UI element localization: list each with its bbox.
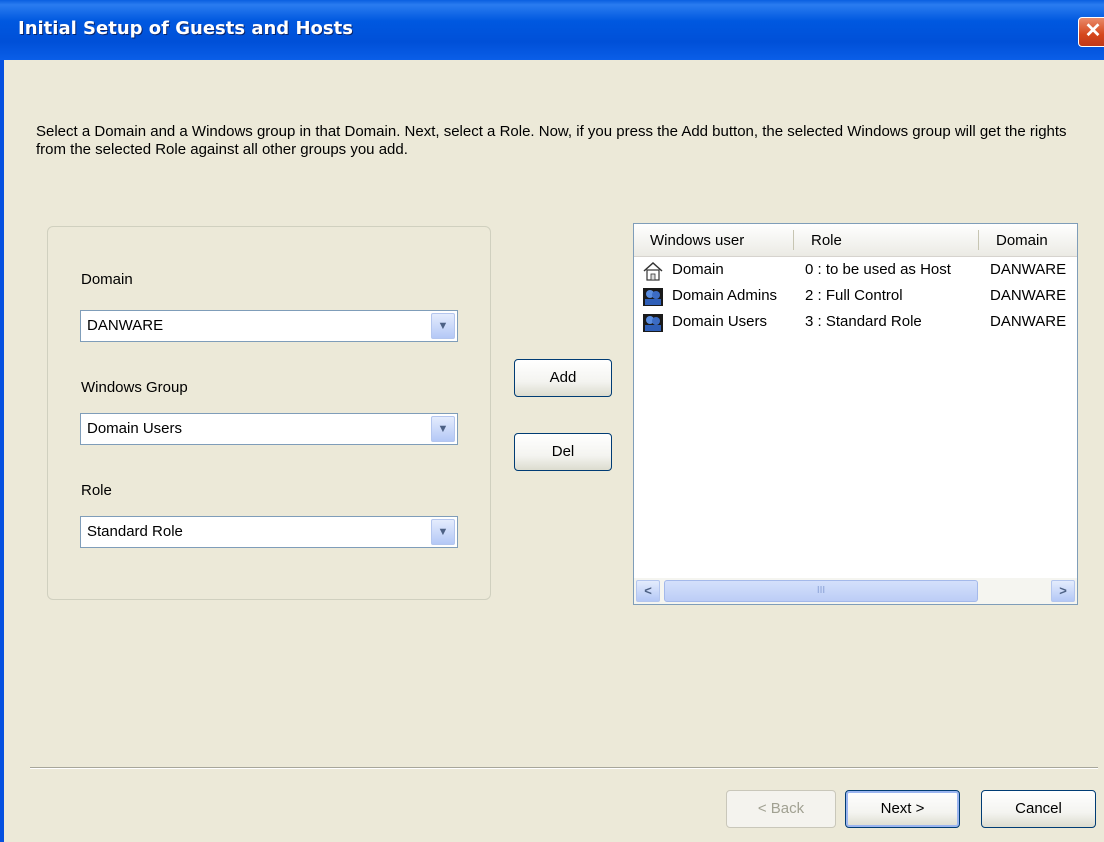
footer-divider [30, 767, 1098, 769]
user-cell: Domain [672, 261, 724, 278]
close-button[interactable]: ✕ [1078, 17, 1104, 47]
instructions-text: Select a Domain and a Windows group in t… [36, 123, 1067, 158]
domain-dropdown[interactable]: DANWARE ▼ [80, 310, 458, 342]
scrollbar-thumb[interactable]: III [664, 580, 978, 602]
column-divider[interactable] [978, 230, 979, 250]
chevron-down-icon[interactable]: ▼ [431, 519, 455, 545]
horizontal-scrollbar[interactable]: < III > [634, 578, 1077, 604]
domain-home-icon [643, 261, 663, 281]
window-title: Initial Setup of Guests and Hosts [18, 18, 353, 39]
domain-cell: DANWARE [990, 287, 1067, 304]
role-cell: 0 : to be used as Host [805, 261, 951, 278]
user-cell: Domain Admins [672, 287, 778, 304]
role-label: Role [81, 482, 112, 499]
user-group-icon [643, 314, 663, 332]
list-header: Windows user Role Domain [634, 224, 1077, 257]
list-item[interactable]: Domain 0 : to be used as Host DANWARE [634, 259, 1077, 285]
role-cell: 3 : Standard Role [805, 313, 922, 330]
list-item[interactable]: Domain Admins 2 : Full Control DANWARE [634, 285, 1077, 311]
domain-dropdown-value: DANWARE [87, 317, 164, 334]
windows-group-label: Windows Group [81, 379, 188, 396]
column-header-windows-user[interactable]: Windows user [650, 232, 744, 249]
column-header-domain[interactable]: Domain [996, 232, 1048, 249]
column-header-role[interactable]: Role [811, 232, 842, 249]
role-cell: 2 : Full Control [805, 287, 903, 304]
domain-label: Domain [81, 271, 133, 288]
role-dropdown[interactable]: Standard Role ▼ [80, 516, 458, 548]
role-dropdown-value: Standard Role [87, 523, 183, 540]
title-bar: Initial Setup of Guests and Hosts ✕ [0, 0, 1104, 60]
chevron-down-icon[interactable]: ▼ [431, 416, 455, 442]
window-border [0, 60, 4, 842]
del-button[interactable]: Del [514, 433, 612, 471]
next-button[interactable]: Next > [845, 790, 960, 828]
scroll-right-button[interactable]: > [1051, 580, 1075, 602]
domain-cell: DANWARE [990, 313, 1067, 330]
windows-group-dropdown[interactable]: Domain Users ▼ [80, 413, 458, 445]
user-cell: Domain Users [672, 313, 768, 330]
user-group-icon [643, 288, 663, 306]
windows-group-dropdown-value: Domain Users [87, 420, 183, 437]
chevron-down-icon[interactable]: ▼ [431, 313, 455, 339]
cancel-button[interactable]: Cancel [981, 790, 1096, 828]
column-divider[interactable] [793, 230, 794, 250]
domain-cell: DANWARE [990, 261, 1067, 278]
add-button[interactable]: Add [514, 359, 612, 397]
scroll-left-button[interactable]: < [636, 580, 660, 602]
list-item[interactable]: Domain Users 3 : Standard Role DANWARE [634, 311, 1077, 337]
back-button[interactable]: < Back [726, 790, 836, 828]
groups-list[interactable]: Windows user Role Domain Domain 0 : to b… [633, 223, 1078, 605]
